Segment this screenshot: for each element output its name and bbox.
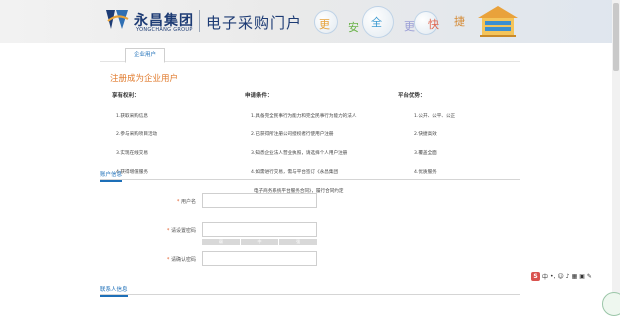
strength-weak: 弱 xyxy=(202,239,241,245)
slogan-char: 全 xyxy=(371,16,382,29)
contact-section-header: 联系人信息 xyxy=(100,285,520,297)
username-label-text: 用户名 xyxy=(180,199,196,205)
username-input[interactable] xyxy=(202,193,317,208)
assistant-icon[interactable] xyxy=(602,292,620,316)
required-mark: * xyxy=(166,257,170,263)
strength-medium: 中 xyxy=(241,239,280,245)
contact-section-title: 联系人信息 xyxy=(100,285,128,297)
brand-divider xyxy=(199,10,200,32)
list-item: 3.覆盖全面 xyxy=(414,151,437,157)
account-section-header: 账户信息 xyxy=(100,170,520,182)
required-mark: * xyxy=(176,199,180,205)
tab-enterprise-user[interactable]: 企业用户 xyxy=(125,48,165,63)
list-item: 3.实现在线交易 xyxy=(116,151,148,157)
list-item: 3.知悉企业法人营业执照，请选择个人用户注册 xyxy=(251,151,348,157)
advantages-heading: 平台优势： xyxy=(398,93,426,99)
keyboard-icon[interactable]: ▦ xyxy=(572,273,578,280)
slogan-char: 更 xyxy=(404,20,415,33)
voice-icon[interactable]: ♪ xyxy=(566,273,570,280)
account-section-title: 账户信息 xyxy=(100,170,123,182)
confirm-label-text: 请确认密码 xyxy=(170,257,196,263)
register-title: 注册成为企业用户 xyxy=(110,74,179,84)
yongchang-logo-icon xyxy=(106,10,129,29)
list-item: 1.公开、公平、公正 xyxy=(414,113,456,119)
password-input[interactable] xyxy=(202,222,317,237)
slogan-char: 捷 xyxy=(454,15,465,28)
password-strength-meter: 弱 中 强 xyxy=(202,239,317,245)
tab-bar: 企业用户 xyxy=(100,46,520,63)
required-mark: * xyxy=(166,228,170,234)
tools-icon[interactable]: ✎ xyxy=(587,273,592,280)
house-icon xyxy=(478,6,518,37)
conditions-heading: 申请条件： xyxy=(245,93,273,99)
portal-title: 电子采购门户 xyxy=(206,14,303,32)
punctuation-icon[interactable]: •, xyxy=(550,273,555,280)
slogan-char: 快 xyxy=(428,18,439,31)
slogan-char: 更 xyxy=(319,18,330,31)
ime-toolbar[interactable]: S 中 •, ☺ ♪ ▦ ▣ ✎ xyxy=(531,270,611,282)
password-label-text: 请设置密码 xyxy=(170,228,196,234)
confirm-password-label: * 请确认密码 xyxy=(104,256,196,263)
list-item: 2.参与采购项目活动 xyxy=(116,132,158,138)
strength-strong: 强 xyxy=(296,239,301,244)
list-item: 2.已获得所注册公司授权者行使用户注册 xyxy=(251,132,334,138)
confirm-password-input[interactable] xyxy=(202,251,317,266)
brand-name-en: YONGCHANG GROUP xyxy=(136,27,193,33)
header-banner xyxy=(0,0,620,43)
scrollbar-thumb[interactable] xyxy=(613,3,619,71)
skin-icon[interactable]: ▣ xyxy=(579,273,585,280)
password-label: * 请设置密码 xyxy=(104,227,196,234)
list-item: 2.快捷高效 xyxy=(414,132,437,138)
emoji-icon[interactable]: ☺ xyxy=(557,273,563,280)
sogou-ime-icon[interactable]: S xyxy=(531,271,540,281)
conditions-list: 1.具备完全民事行为能力和完全民事行为能力的法人 2.已获得所注册公司授权者行使… xyxy=(251,101,356,202)
rights-heading: 享有权利： xyxy=(112,93,140,99)
list-item: 1.获取采购信息 xyxy=(116,113,148,119)
ime-lang-toggle[interactable]: 中 xyxy=(542,272,548,281)
list-item: 1.具备完全民事行为能力和完全民事行为能力的法人 xyxy=(251,113,357,119)
username-label: * 用户名 xyxy=(104,198,196,205)
slogan-char: 安 xyxy=(348,21,359,34)
